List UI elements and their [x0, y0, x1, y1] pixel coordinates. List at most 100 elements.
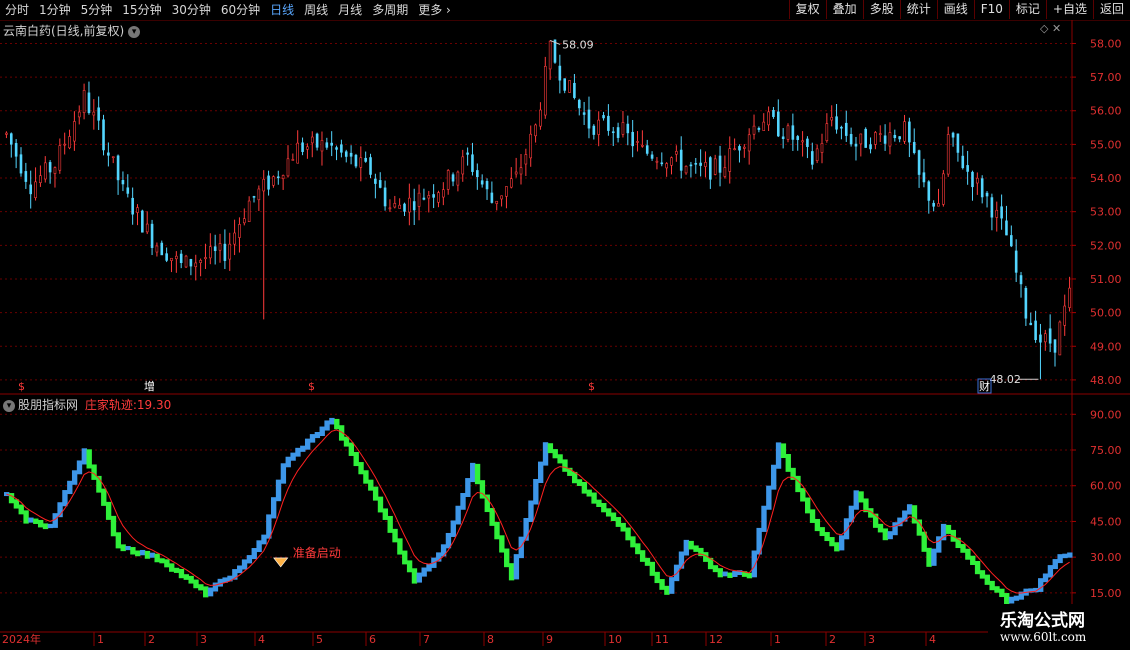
close-icon[interactable]: ✕ — [1052, 22, 1061, 35]
candle — [349, 145, 353, 165]
candle-body — [558, 65, 562, 81]
indicator-bar — [615, 517, 622, 527]
candle — [883, 124, 887, 151]
indicator-bar — [1008, 596, 1015, 604]
candle — [694, 157, 698, 174]
candle — [611, 126, 615, 147]
candle-body — [1053, 339, 1057, 353]
candle-body — [738, 146, 741, 151]
indicator-bar — [678, 551, 685, 569]
candle-body — [772, 109, 775, 117]
indicator-bar — [101, 488, 107, 506]
candle-body — [650, 154, 654, 159]
main-chart-title[interactable]: 云南白药(日线,前复权) ▾ — [3, 22, 141, 39]
candle-body — [490, 192, 494, 203]
indicator-bar — [722, 571, 728, 577]
candle-body — [844, 122, 848, 136]
indicator-bar — [688, 540, 694, 550]
indicator-bar — [766, 485, 772, 510]
indicator-bar — [712, 565, 719, 573]
candle — [412, 188, 416, 226]
candle-body — [694, 163, 698, 165]
candle-body — [97, 107, 100, 121]
candle-body — [58, 145, 62, 171]
candle — [1024, 285, 1028, 326]
candle-body — [937, 203, 940, 207]
indicator-bar — [130, 547, 136, 555]
indicator-bar — [290, 452, 296, 461]
watermark-url: www.60lt.com — [1000, 630, 1087, 644]
chevron-down-icon[interactable]: ▾ — [128, 25, 141, 38]
candle — [179, 249, 183, 269]
candle — [170, 257, 173, 273]
candle — [757, 126, 761, 133]
candle-body — [704, 162, 707, 167]
indicator-bar — [669, 577, 675, 594]
candle-body — [160, 242, 164, 256]
candle-body — [679, 149, 683, 171]
chevron-down-icon[interactable]: ▾ — [3, 399, 15, 412]
indicator-bar — [1013, 595, 1020, 601]
candle-body — [107, 152, 110, 156]
candle-body — [990, 197, 994, 218]
indicator-title[interactable]: ▾ 股朋指标网 庄家轨迹:19.30 — [3, 396, 171, 413]
candle-body — [175, 255, 178, 260]
candle-body — [136, 207, 139, 213]
indicator-bar — [523, 518, 529, 541]
indicator-bar — [178, 568, 185, 579]
candle — [636, 131, 639, 152]
high-label: 58.09 — [562, 38, 594, 51]
candle — [898, 136, 901, 143]
candle — [956, 133, 960, 162]
candle-body — [247, 200, 251, 222]
candle-body — [636, 141, 639, 143]
x-tick-label: 8 — [487, 633, 494, 646]
indicator-bar — [936, 536, 942, 553]
candle-body — [476, 170, 479, 178]
indicator-bar — [203, 586, 209, 598]
indicator-bar — [557, 454, 563, 464]
indicator-tick-label: 30.00 — [1090, 551, 1122, 564]
candle — [315, 132, 319, 151]
candle — [126, 174, 130, 198]
candle-body — [29, 184, 33, 195]
candle — [874, 131, 877, 150]
candle — [849, 127, 853, 147]
candle — [262, 170, 266, 320]
candle — [888, 122, 892, 155]
candle — [776, 99, 780, 138]
indicator-bar — [727, 572, 733, 578]
diamond-icon[interactable]: ◇ — [1040, 22, 1048, 35]
candle-body — [524, 154, 528, 165]
candle-body — [121, 180, 125, 185]
candle — [942, 170, 945, 207]
candle-body — [427, 195, 431, 199]
candle — [539, 102, 542, 130]
candle-body — [534, 124, 537, 137]
candle — [175, 251, 178, 273]
candle — [73, 111, 76, 151]
price-tick-label: 55.00 — [1090, 138, 1122, 151]
indicator-bar — [285, 456, 291, 468]
candle-body — [801, 140, 804, 143]
price-tick-label: 49.00 — [1090, 340, 1122, 353]
candle-body — [262, 178, 266, 192]
candle — [592, 124, 596, 140]
candle-body — [927, 181, 931, 201]
candle — [709, 156, 712, 189]
candle-body — [349, 152, 353, 157]
candle-body — [456, 171, 460, 186]
indicator-bar — [809, 509, 816, 523]
candle — [252, 195, 256, 203]
candle — [330, 131, 333, 157]
candle — [995, 201, 999, 232]
candle-body — [315, 133, 319, 148]
indicator-bar — [348, 442, 355, 456]
candle — [437, 190, 440, 208]
candle — [490, 181, 494, 204]
indicator-bar — [416, 572, 422, 583]
candle — [150, 219, 154, 256]
indicator-bar — [1057, 554, 1063, 564]
candle — [738, 144, 741, 163]
indicator-bar — [324, 420, 330, 431]
